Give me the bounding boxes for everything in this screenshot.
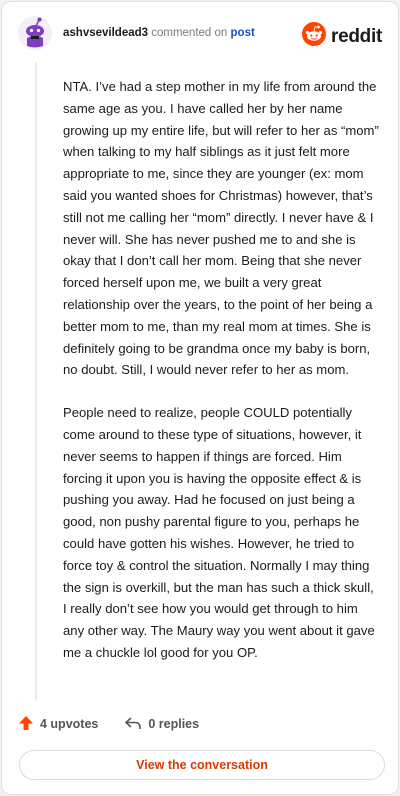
post-link[interactable]: post — [231, 27, 255, 39]
commented-on-text: commented on — [151, 27, 228, 39]
reddit-wordmark: reddit — [331, 25, 382, 47]
comment-card: ashvsevildead3 commented on post reddit — [1, 1, 399, 795]
comment-actions: 4 upvotes 0 replies — [18, 712, 384, 736]
replies-button[interactable]: 0 replies — [124, 715, 199, 734]
username-link[interactable]: ashvsevildead3 — [63, 27, 148, 39]
reddit-logo[interactable]: reddit — [302, 22, 382, 51]
comment-meta: ashvsevildead3 commented on post — [63, 27, 255, 39]
comment-paragraph: People need to realize, people COULD pot… — [63, 405, 375, 660]
thread-line[interactable] — [35, 62, 37, 700]
snoo-avatar-icon[interactable] — [18, 16, 52, 50]
upvote-count: 4 upvotes — [40, 717, 99, 731]
comment-header: ashvsevildead3 commented on post reddit — [2, 2, 398, 66]
reply-count: 0 replies — [148, 717, 200, 731]
upvote-arrow-icon — [18, 715, 40, 734]
view-conversation-button[interactable]: View the conversation — [19, 750, 385, 780]
reddit-logo-icon — [302, 22, 327, 51]
comment-body: NTA. I’ve had a step mother in my life f… — [63, 76, 379, 685]
comment-paragraph: NTA. I’ve had a step mother in my life f… — [63, 79, 379, 378]
reply-arrow-icon — [124, 715, 148, 734]
upvote-button[interactable]: 4 upvotes — [18, 715, 98, 734]
